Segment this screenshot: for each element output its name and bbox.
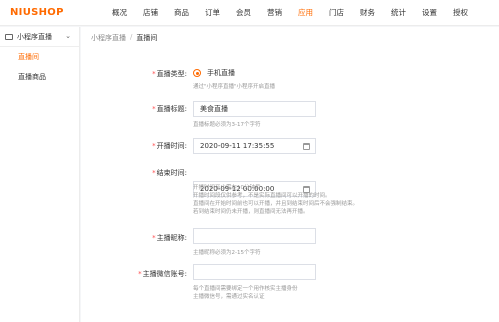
sidebar-group-label: 小程序直播 [17,32,52,41]
main-content: 小程序直播 / 直播间 *直播类型: 手机直播 通过"小程序直播"小程序开启直播… [81,27,499,322]
nav-item-authorization[interactable]: 授权 [445,0,476,26]
nav-item-goods[interactable]: 商品 [166,0,197,26]
nav-item-apps[interactable]: 应用 [290,0,321,26]
anchor-name-input[interactable] [193,228,316,244]
nav-item-finance[interactable]: 财务 [352,0,383,26]
chevron-down-icon: ⌄ [65,32,71,40]
radio-selected-icon [193,69,201,77]
breadcrumb: 小程序直播 / 直播间 [91,33,157,43]
anchor-name-label: *主播昵称: [152,234,187,242]
end-time-label: *结束时间: [152,169,187,177]
title-label: *直播标题: [152,105,187,113]
anchor-wechat-input[interactable] [193,264,316,280]
live-type-hint: 通过"小程序直播"小程序开启直播 [193,84,276,90]
live-type-radio[interactable]: 手机直播 [193,68,235,78]
sidebar-item-live-room[interactable]: 直播间 [0,47,79,67]
anchor-wechat-hint-1: 每个直播间需要绑定一个用作核实主播身份 [193,286,298,292]
start-time-label: *开播时间: [152,142,187,150]
nav-item-settings[interactable]: 设置 [414,0,445,26]
app-logo: NIUSHOP [10,7,64,18]
start-time-value: 2020-09-11 17:35:55 [200,142,275,150]
breadcrumb-current: 直播间 [136,34,158,42]
end-time-hint-3: 直播间在开始时间前也可以开播，并且到结束时间后不会强制结束。 [193,201,359,207]
live-type-option: 手机直播 [207,69,235,77]
anchor-name-hint: 主播昵称必须为2-15个字符 [193,250,261,256]
start-time-input[interactable]: 2020-09-11 17:35:55 [193,138,316,154]
nav-item-members[interactable]: 会员 [228,0,259,26]
breadcrumb-separator: / [130,33,133,41]
top-bar: NIUSHOP 概况 店铺 商品 订单 会员 营销 应用 门店 财务 统计 设置… [0,0,499,26]
title-input[interactable]: 美食直播 [193,101,316,117]
nav-item-overview[interactable]: 概况 [104,0,135,26]
nav-item-marketing[interactable]: 营销 [259,0,290,26]
live-type-label: *直播类型: [152,70,187,78]
nav-item-store[interactable]: 店铺 [135,0,166,26]
sidebar: 小程序直播 ⌄ 直播间 直播商品 [0,27,80,322]
title-hint: 直播标题必须为3-17个字符 [193,122,261,128]
end-time-hint-4: 若到结束时间仍未开播，则直播间无法再开播。 [193,209,309,215]
end-time-hint-2: 开播时间段仅供参考，不是实际直播间可以开播的时间。 [193,193,331,199]
anchor-wechat-hint-2: 主播微信号，需通过实名认证 [193,294,265,300]
monitor-icon [5,33,13,40]
calendar-icon[interactable] [303,143,310,150]
nav-item-orders[interactable]: 订单 [197,0,228,26]
breadcrumb-parent[interactable]: 小程序直播 [91,33,126,43]
nav-item-stats[interactable]: 统计 [383,0,414,26]
nav-item-outlets[interactable]: 门店 [321,0,352,26]
end-time-hint-1: 开播时间至少需在10分钟后 [193,185,261,191]
sidebar-group-mini-program-live[interactable]: 小程序直播 ⌄ [0,27,79,47]
top-nav: 概况 店铺 商品 订单 会员 营销 应用 门店 财务 统计 设置 授权 [104,0,476,26]
anchor-wechat-label: *主播微信账号: [138,270,187,278]
sidebar-item-live-goods[interactable]: 直播商品 [0,67,79,87]
